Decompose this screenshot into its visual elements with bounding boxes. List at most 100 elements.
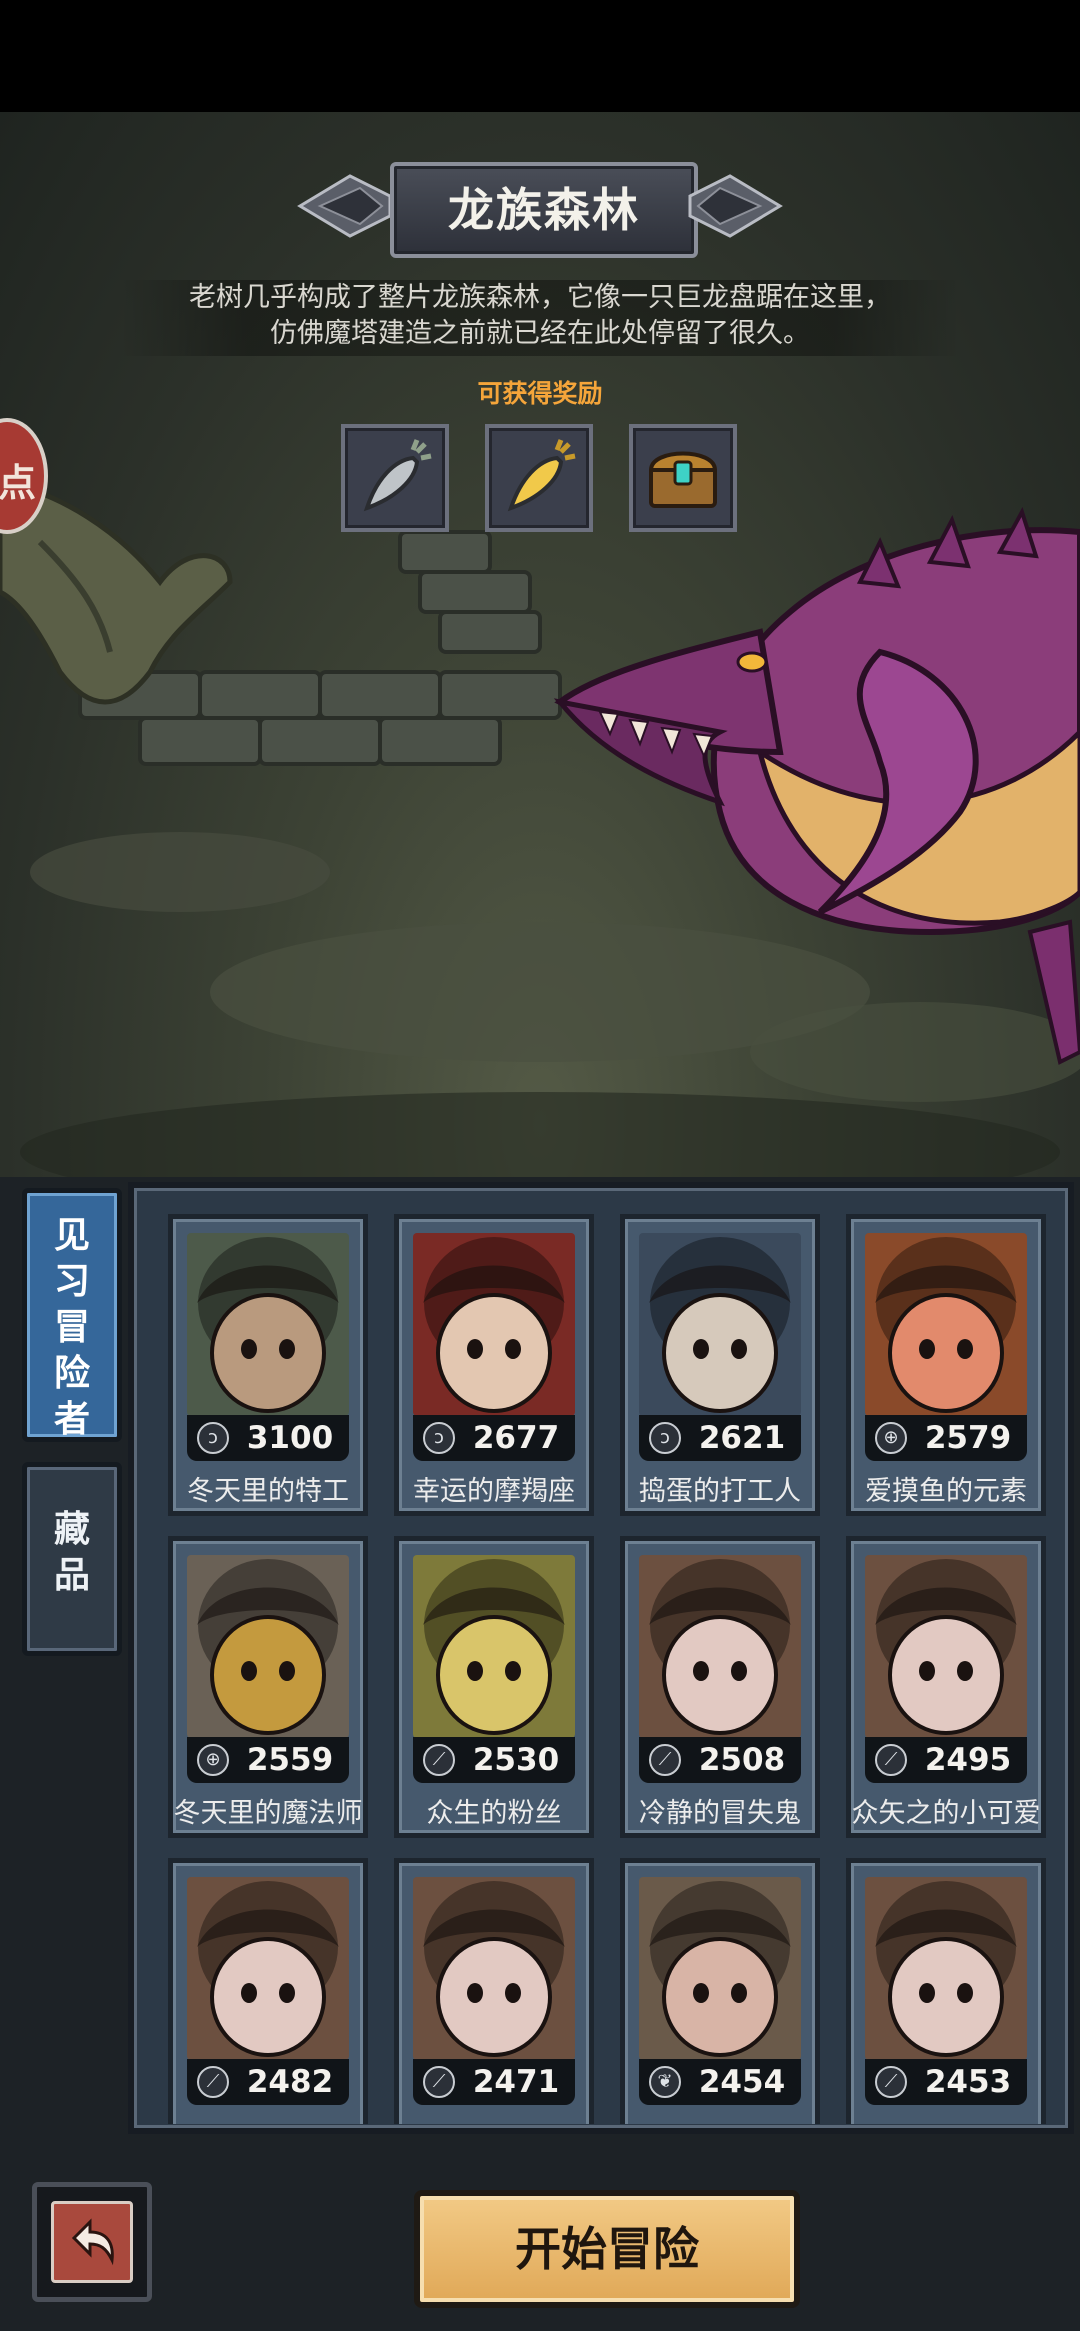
tab-apprentice-text: 见习冒险者 (53, 1215, 90, 1440)
hero-portrait (865, 1233, 1027, 1416)
hero-card[interactable]: ⟋ 2495 众矢之的小可爱 (846, 1536, 1046, 1838)
hero-stat-bar: ⟋ 2453 (865, 2059, 1027, 2105)
sword-icon: ⟋ (875, 1744, 907, 1776)
hero-power: 2453 (924, 2064, 1012, 2100)
hero-stat-bar: ⟋ 2508 (639, 1737, 801, 1783)
hero-portrait (187, 1555, 349, 1738)
claw-icon: ↄ (423, 1422, 455, 1454)
title-left-ornament (297, 174, 392, 238)
gold-carrot-icon (507, 439, 576, 512)
hero-stat-bar: ⟋ 2471 (413, 2059, 575, 2105)
title-plate-center: 龙族森林 (390, 162, 698, 258)
hero-portrait (413, 1233, 575, 1416)
hero-name: 爱摸鱼的元素 (865, 1476, 1027, 1507)
side-badge-text: 点 (0, 461, 37, 505)
hero-name: 冷静的冒失鬼 (639, 1798, 801, 1829)
hero-card[interactable]: ⊕ 2559 冬天里的魔法师 (168, 1536, 368, 1838)
stage-title-plate: 龙族森林 (290, 150, 790, 262)
hero-portrait (639, 1877, 801, 2060)
hero-power: 2579 (924, 1420, 1012, 1456)
claw-icon: ↄ (649, 1422, 681, 1454)
hero-card[interactable]: ↄ 2621 捣蛋的打工人 (620, 1214, 820, 1516)
hero-stat-bar: ❦ 2454 (639, 2059, 801, 2105)
hero-stat-bar: ⟋ 2482 (187, 2059, 349, 2105)
hero-stat-bar: ↄ 2621 (639, 1415, 801, 1461)
hero-power: 3100 (246, 1420, 334, 1456)
hero-name: 众矢之的小可爱 (851, 1798, 1041, 1829)
treasure-chest-icon (648, 451, 718, 508)
hero-card[interactable]: ⟋ 2530 众生的粉丝 (394, 1536, 594, 1838)
sword-icon: ⟋ (649, 1744, 681, 1776)
target-icon: ⊕ (875, 1422, 907, 1454)
hero-grid[interactable]: ↄ 3100 冬天里的特工 ↄ 2677 幸运的摩羯座 ↄ 2621 捣蛋的打工人 ⊕ 2579 爱摸… (156, 1214, 1060, 2124)
stage-scene: 点 (0, 112, 1080, 1177)
start-adventure-label: 开始冒险 (515, 2222, 699, 2276)
hero-name: 众生的粉丝 (426, 1798, 562, 1829)
status-bar (0, 0, 1080, 112)
tab-collection-label: 藏品 (27, 1507, 117, 1599)
hero-power: 2495 (924, 1742, 1012, 1778)
back-button-face (51, 2201, 133, 2283)
tab-collection-text: 藏品 (53, 1509, 90, 1596)
hero-portrait (865, 1555, 1027, 1738)
reward-label: 可获得奖励 (477, 379, 603, 408)
hero-power: 2482 (246, 2064, 334, 2100)
sword-icon: ⟋ (423, 2066, 455, 2098)
tab-collection[interactable]: 藏品 (22, 1462, 122, 1656)
hero-portrait (639, 1233, 801, 1416)
hero-card[interactable]: ⊕ 2579 爱摸鱼的元素 (846, 1214, 1046, 1516)
claw-icon: ↄ (197, 1422, 229, 1454)
stage-description: 老树几乎构成了整片龙族森林，它像一只巨龙盘踞在这里， 仿佛魔塔建造之前就已经在此… (120, 280, 960, 356)
hero-card[interactable]: ⟋ 2482 (168, 1858, 368, 2124)
reward-slot-3[interactable] (629, 424, 737, 532)
title-right-ornament (688, 174, 783, 238)
silver-carrot-icon (363, 439, 432, 512)
hero-power: 2471 (472, 2064, 560, 2100)
hero-stat-bar: ⟋ 2495 (865, 1737, 1027, 1783)
tab-apprentice-adventurers[interactable]: 见习冒险者 (22, 1188, 122, 1442)
hero-power: 2559 (246, 1742, 334, 1778)
leaf-icon: ❦ (649, 2066, 681, 2098)
hero-portrait (639, 1555, 801, 1738)
hero-power: 2621 (698, 1420, 786, 1456)
hero-card[interactable]: ⟋ 2508 冷静的冒失鬼 (620, 1536, 820, 1838)
hero-card[interactable]: ❦ 2454 (620, 1858, 820, 2124)
back-button[interactable] (32, 2182, 152, 2302)
hero-name: 冬天里的魔法师 (173, 1798, 363, 1829)
hero-name: 幸运的摩羯座 (413, 1476, 575, 1507)
stage-title: 龙族森林 (448, 183, 640, 237)
hero-stat-bar: ⊕ 2579 (865, 1415, 1027, 1461)
reward-slot-1[interactable] (341, 424, 449, 532)
hero-stat-bar: ⊕ 2559 (187, 1737, 349, 1783)
tab-apprentice-label: 见习冒险者 (27, 1213, 117, 1443)
reward-slot-2[interactable] (485, 424, 593, 532)
hero-power: 2677 (472, 1420, 560, 1456)
hero-power: 2454 (698, 2064, 786, 2100)
hero-card[interactable]: ⟋ 2453 (846, 1858, 1046, 2124)
hero-card[interactable]: ↄ 2677 幸运的摩羯座 (394, 1214, 594, 1516)
start-adventure-button[interactable]: 开始冒险 (414, 2190, 800, 2308)
hero-name: 冬天里的特工 (187, 1476, 349, 1507)
description-line-1: 老树几乎构成了整片龙族森林，它像一只巨龙盘踞在这里， (189, 282, 891, 313)
description-line-2: 仿佛魔塔建造之前就已经在此处停留了很久。 (270, 318, 810, 349)
hero-card[interactable]: ↄ 3100 冬天里的特工 (168, 1214, 368, 1516)
target-icon: ⊕ (197, 1744, 229, 1776)
sword-icon: ⟋ (197, 2066, 229, 2098)
hero-stat-bar: ↄ 3100 (187, 1415, 349, 1461)
hero-power: 2508 (698, 1742, 786, 1778)
sword-icon: ⟋ (423, 1744, 455, 1776)
hero-selection-panel: ↄ 3100 冬天里的特工 ↄ 2677 幸运的摩羯座 ↄ 2621 捣蛋的打工人 ⊕ 2579 爱摸… (128, 1182, 1074, 2134)
hero-stat-bar: ↄ 2677 (413, 1415, 575, 1461)
hero-portrait (865, 1877, 1027, 2060)
sword-icon: ⟋ (875, 2066, 907, 2098)
hero-stat-bar: ⟋ 2530 (413, 1737, 575, 1783)
hero-card[interactable]: ⟋ 2471 (394, 1858, 594, 2124)
hero-portrait (187, 1233, 349, 1416)
return-arrow-icon (71, 2218, 114, 2266)
stage-background-art (0, 479, 1080, 1177)
hero-portrait (413, 1877, 575, 2060)
hero-name: 捣蛋的打工人 (639, 1476, 801, 1507)
hero-portrait (413, 1555, 575, 1738)
hero-power: 2530 (472, 1742, 560, 1778)
hero-portrait (187, 1877, 349, 2060)
